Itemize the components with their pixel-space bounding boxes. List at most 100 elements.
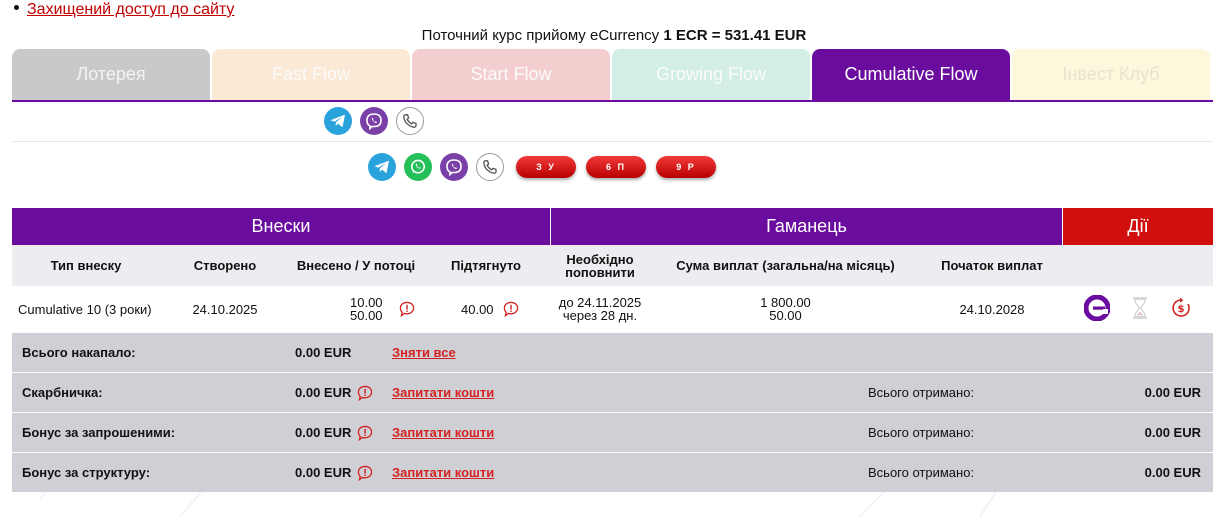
top-up-in: через 28 дн. bbox=[562, 308, 638, 323]
hourglass-icon[interactable] bbox=[1131, 296, 1149, 323]
exchange-rate: Поточний курс прийому eCurrency 1 ECR = … bbox=[0, 27, 1228, 44]
withdraw-all-link[interactable]: Зняти все bbox=[392, 333, 456, 372]
request-funds-link[interactable]: Запитати кошти bbox=[392, 453, 494, 492]
cell-actions: $ bbox=[1063, 286, 1213, 332]
viber-icon[interactable] bbox=[360, 107, 388, 135]
summary-value: 0.00 EUR bbox=[295, 373, 373, 412]
telegram-icon[interactable] bbox=[324, 107, 352, 135]
pill-label: З У bbox=[536, 162, 556, 172]
table-row: Cumulative 10 (3 роки) 24.10.2025 10.00 … bbox=[12, 286, 1213, 332]
ecurrency-icon[interactable] bbox=[1083, 294, 1111, 324]
cell-pulled: 40.00 bbox=[422, 286, 550, 332]
payout-values: 1 800.00 50.00 bbox=[760, 296, 811, 322]
summary-label: Бонус за запрошеними: bbox=[22, 425, 176, 440]
tab-label: Growing Flow bbox=[655, 64, 767, 84]
contacts-row-2: З У 6 П 9 Р bbox=[368, 153, 726, 181]
total-received-label: Всього отримано: bbox=[868, 465, 975, 480]
info-icon[interactable] bbox=[357, 465, 373, 481]
divider bbox=[12, 141, 1213, 142]
cell-payout-sum: 1 800.00 50.00 bbox=[650, 286, 921, 332]
pulled-value: 40.00 bbox=[461, 301, 494, 317]
pill-label: 9 Р bbox=[676, 162, 696, 172]
tab-label: Лотерея bbox=[76, 64, 146, 84]
group-header-wallet: Гаманець bbox=[551, 208, 1063, 245]
rate-prefix: Поточний курс прийому eCurrency bbox=[421, 27, 664, 44]
tab-label: Cumulative Flow bbox=[844, 64, 978, 84]
tab-growing-flow[interactable]: Growing Flow bbox=[612, 49, 810, 100]
info-icon[interactable] bbox=[503, 301, 519, 317]
tab-cumulative-flow[interactable]: Cumulative Flow bbox=[812, 49, 1010, 100]
svg-text:$: $ bbox=[1178, 304, 1185, 315]
info-icon[interactable] bbox=[357, 425, 373, 441]
pill-button-6p[interactable]: 6 П bbox=[586, 156, 646, 178]
bullet bbox=[14, 5, 19, 11]
top-up-values: до 24.11.2025 через 28 дн. bbox=[559, 296, 642, 322]
col-created: Створено bbox=[193, 258, 257, 273]
total-received-value: 0.00 EUR bbox=[1144, 465, 1201, 480]
summary-row: Всього накапало: 0.00 EUR Зняти все bbox=[12, 332, 1213, 372]
column-header-row: Тип внеску Створено Внесено / У потоці П… bbox=[12, 245, 1213, 286]
tab-fast-flow[interactable]: Fast Flow bbox=[212, 49, 410, 100]
request-funds-link[interactable]: Запитати кошти bbox=[392, 373, 494, 412]
request-funds-link[interactable]: Запитати кошти bbox=[392, 413, 494, 452]
phone-icon[interactable] bbox=[396, 107, 424, 135]
summary-value: 0.00 EUR bbox=[295, 413, 373, 452]
contacts-row-1 bbox=[324, 107, 432, 135]
summary-row: Скарбничка: 0.00 EUR Запитати кошти Всьо… bbox=[12, 372, 1213, 412]
col-pulled: Підтягнуто bbox=[451, 258, 521, 273]
reinvest-icon[interactable]: $ bbox=[1170, 297, 1192, 322]
cell-top-up: до 24.11.2025 через 28 дн. bbox=[550, 286, 650, 332]
col-type: Тип внеску bbox=[50, 258, 122, 273]
pill-button-9r[interactable]: 9 Р bbox=[656, 156, 716, 178]
info-icon[interactable] bbox=[357, 385, 373, 401]
viber-icon[interactable] bbox=[440, 153, 468, 181]
in-flow-value: 50.00 bbox=[350, 308, 383, 323]
secure-access-link[interactable]: Захищений доступ до сайту bbox=[27, 1, 234, 18]
col-need-top-up: Необхідно поповнити bbox=[565, 251, 635, 280]
col-actions-blank bbox=[1063, 245, 1213, 286]
info-icon[interactable] bbox=[399, 301, 415, 317]
deposits-table: Внески Гаманець Дії Тип внеску Створено … bbox=[12, 208, 1213, 492]
table-group-header: Внески Гаманець Дії bbox=[12, 208, 1213, 245]
tab-lottery[interactable]: Лотерея bbox=[12, 49, 210, 100]
col-payout-sum: Сума виплат (загальна/на місяць) bbox=[676, 258, 895, 273]
phone-icon[interactable] bbox=[476, 153, 504, 181]
summary-value: 0.00 EUR bbox=[295, 345, 352, 360]
summary-amount: 0.00 EUR bbox=[295, 385, 352, 400]
summary-label: Скарбничка: bbox=[22, 385, 103, 400]
program-tabs: Лотерея Fast Flow Start Flow Growing Flo… bbox=[12, 49, 1213, 100]
total-received-value: 0.00 EUR bbox=[1144, 425, 1201, 440]
tab-label: Fast Flow bbox=[271, 64, 350, 84]
tab-label: Інвест Клуб bbox=[1062, 64, 1160, 84]
telegram-icon[interactable] bbox=[368, 153, 396, 181]
group-header-deposits: Внески bbox=[12, 208, 551, 245]
summary-value: 0.00 EUR bbox=[295, 453, 373, 492]
secure-access-line: Захищений доступ до сайту bbox=[14, 1, 234, 19]
summary-amount: 0.00 EUR bbox=[295, 425, 352, 440]
tab-label: Start Flow bbox=[470, 64, 552, 84]
cell-payout-start: 24.10.2028 bbox=[959, 301, 1025, 317]
whatsapp-icon[interactable] bbox=[404, 153, 432, 181]
pill-label: 6 П bbox=[606, 162, 626, 172]
deposited-values: 10.00 50.00 bbox=[350, 296, 383, 322]
tabs-underline bbox=[12, 100, 1213, 102]
tab-start-flow[interactable]: Start Flow bbox=[412, 49, 610, 100]
summary-label: Бонус за структуру: bbox=[22, 465, 151, 480]
summary-row: Бонус за структуру: 0.00 EUR Запитати ко… bbox=[12, 452, 1213, 492]
summary-label: Всього накапало: bbox=[22, 345, 136, 360]
summary-row: Бонус за запрошеними: 0.00 EUR Запитати … bbox=[12, 412, 1213, 452]
col-payout-start: Початок виплат bbox=[941, 258, 1043, 273]
cell-created: 24.10.2025 bbox=[192, 301, 258, 317]
summary-amount: 0.00 EUR bbox=[295, 465, 352, 480]
total-received-label: Всього отримано: bbox=[868, 385, 975, 400]
group-header-actions: Дії bbox=[1063, 208, 1213, 245]
rate-value: 1 ECR = 531.41 EUR bbox=[663, 27, 807, 44]
cell-deposited: 10.00 50.00 bbox=[290, 286, 422, 332]
cell-type: Cumulative 10 (3 роки) bbox=[18, 301, 152, 317]
pill-button-zu[interactable]: З У bbox=[516, 156, 576, 178]
total-received-value: 0.00 EUR bbox=[1144, 385, 1201, 400]
total-received-label: Всього отримано: bbox=[868, 425, 975, 440]
col-deposited: Внесено / У потоці bbox=[296, 258, 416, 273]
tab-invest-club[interactable]: Інвест Клуб bbox=[1012, 49, 1210, 100]
payout-month: 50.00 bbox=[769, 308, 802, 323]
